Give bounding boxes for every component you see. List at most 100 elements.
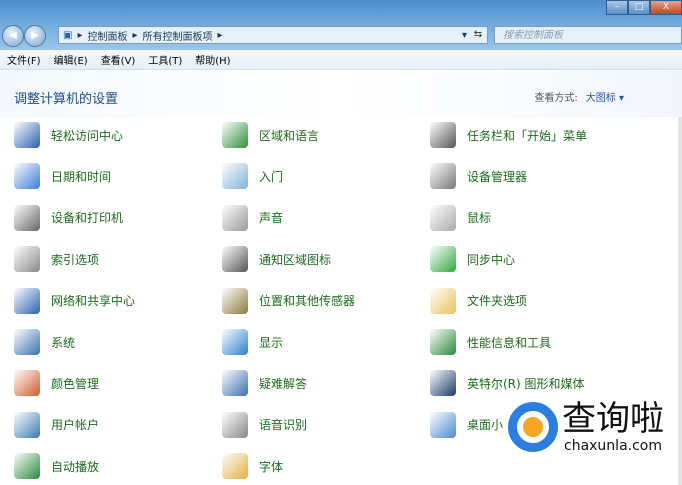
item-label: 颜色管理 [51, 376, 100, 391]
index-search-icon [14, 246, 40, 273]
color-management-icon [14, 370, 40, 397]
item-label: 性能信息和工具 [467, 335, 552, 350]
item-label: 设备和打印机 [51, 211, 124, 226]
item-network[interactable]: 网络和共享中心 [14, 286, 135, 316]
item-sensor[interactable]: 位置和其他传感器 [222, 286, 355, 316]
breadcrumb-all-items[interactable]: 所有控制面板项 [143, 28, 213, 43]
view-by: 查看方式: 大图标 ▾ [534, 93, 624, 104]
view-by-label: 查看方式: [534, 93, 578, 104]
network-icon [14, 287, 40, 314]
item-troubleshoot[interactable]: 疑难解答 [222, 368, 307, 398]
breadcrumb-control-panel[interactable]: 控制面板 [87, 28, 127, 43]
item-intel-graphics[interactable]: 英特尔(R) 图形和媒体 [430, 368, 585, 398]
fonts-icon [222, 453, 248, 480]
item-label: 字体 [259, 459, 284, 474]
menu-view[interactable]: 查看(V) [101, 52, 136, 67]
display-icon [222, 329, 248, 355]
item-label: 鼠标 [467, 211, 492, 226]
item-color-management[interactable]: 颜色管理 [14, 368, 99, 398]
users-icon [14, 411, 40, 438]
item-globe[interactable]: 区域和语言 [222, 120, 319, 150]
item-label: 位置和其他传感器 [259, 294, 356, 309]
item-label: 通知区域图标 [259, 252, 332, 267]
item-label: 英特尔(R) 图形和媒体 [467, 376, 585, 391]
item-label: 用户帐户 [51, 418, 100, 433]
watermark-en: chaxunla.com [564, 438, 662, 454]
speaker-icon [222, 204, 248, 231]
item-folder[interactable]: 文件夹选项 [430, 286, 527, 316]
printer-icon [14, 204, 40, 231]
menu-tools[interactable]: 工具(T) [148, 52, 182, 67]
microphone-icon [222, 411, 248, 438]
item-notification[interactable]: 通知区域图标 [222, 244, 331, 274]
menu-file[interactable]: 文件(F) [7, 52, 41, 67]
item-label: 日期和时间 [51, 169, 112, 184]
item-label: 疑难解答 [259, 376, 308, 391]
item-gadgets[interactable]: 桌面小 [430, 410, 503, 440]
item-label: 桌面小 [467, 418, 504, 433]
item-display[interactable]: 显示 [222, 327, 283, 357]
item-getting-started[interactable]: 入门 [222, 161, 283, 191]
view-by-dropdown[interactable]: 大图标 [586, 93, 616, 104]
search-input[interactable]: 搜索控制面板 [494, 26, 682, 44]
dropdown-icon[interactable]: ▾ [462, 30, 467, 41]
sync-icon [430, 246, 456, 273]
system-icon [14, 329, 40, 355]
item-printer[interactable]: 设备和打印机 [14, 203, 123, 233]
autoplay-icon [14, 453, 40, 480]
title-bar: – □ X ◀ ▶ ▣ ▸ 控制面板 ▸ 所有控制面板项 ▸ ▾ ⇆ 搜索控制面板 [0, 0, 682, 50]
item-calendar[interactable]: 日期和时间 [14, 161, 111, 191]
item-performance[interactable]: 性能信息和工具 [430, 327, 551, 357]
item-autoplay[interactable]: 自动播放 [14, 451, 99, 481]
item-taskbar[interactable]: 任务栏和「开始」菜单 [430, 120, 587, 150]
item-system[interactable]: 系统 [14, 327, 75, 357]
watermark-logo-icon [508, 402, 558, 452]
intel-graphics-icon [430, 370, 456, 397]
item-label: 网络和共享中心 [51, 294, 136, 309]
menu-edit[interactable]: 编辑(E) [54, 52, 88, 67]
item-device-manager[interactable]: 设备管理器 [430, 161, 527, 191]
menu-help[interactable]: 帮助(H) [195, 52, 230, 67]
folder-icon [430, 287, 456, 314]
control-panel-icon: ▣ [63, 29, 73, 41]
item-label: 声音 [259, 211, 284, 226]
item-fonts[interactable]: 字体 [222, 451, 283, 481]
troubleshoot-icon [222, 370, 248, 397]
item-label: 入门 [259, 169, 284, 184]
item-label: 显示 [259, 335, 284, 350]
sensor-icon [222, 287, 248, 314]
item-speaker[interactable]: 声音 [222, 203, 283, 233]
item-label: 自动播放 [51, 459, 100, 474]
item-index-search[interactable]: 索引选项 [14, 244, 99, 274]
watermark: 查询啦 chaxunla.com [508, 400, 664, 454]
globe-icon [222, 122, 248, 148]
performance-icon [430, 329, 456, 355]
address-bar[interactable]: ▣ ▸ 控制面板 ▸ 所有控制面板项 ▸ ▾ [58, 26, 488, 44]
calendar-icon [14, 163, 40, 190]
item-label: 语音识别 [259, 418, 308, 433]
item-microphone[interactable]: 语音识别 [222, 410, 307, 440]
item-users[interactable]: 用户帐户 [14, 410, 99, 440]
getting-started-icon [222, 163, 248, 190]
menu-bar: 文件(F) 编辑(E) 查看(V) 工具(T) 帮助(H) [0, 50, 682, 70]
item-ease-of-access[interactable]: 轻松访问中心 [14, 120, 123, 150]
ease-of-access-icon [14, 122, 40, 148]
item-label: 轻松访问中心 [51, 128, 124, 143]
scrollbar[interactable] [678, 117, 682, 485]
refresh-icon[interactable]: ⇆ [468, 26, 488, 44]
item-label: 索引选项 [51, 252, 100, 267]
maximize-button[interactable]: □ [628, 0, 650, 15]
item-sync[interactable]: 同步中心 [430, 244, 515, 274]
item-label: 系统 [51, 335, 76, 350]
item-label: 设备管理器 [467, 169, 528, 184]
close-button[interactable]: X [650, 0, 682, 15]
notification-icon [222, 246, 248, 273]
item-label: 同步中心 [467, 252, 516, 267]
back-button[interactable]: ◀ [2, 25, 24, 47]
forward-button[interactable]: ▶ [24, 25, 46, 47]
item-label: 任务栏和「开始」菜单 [467, 128, 588, 143]
taskbar-icon [430, 122, 456, 148]
content-header: 调整计算机的设置 查看方式: 大图标 ▾ [0, 71, 682, 117]
minimize-button[interactable]: – [606, 0, 628, 15]
item-mouse[interactable]: 鼠标 [430, 203, 491, 233]
